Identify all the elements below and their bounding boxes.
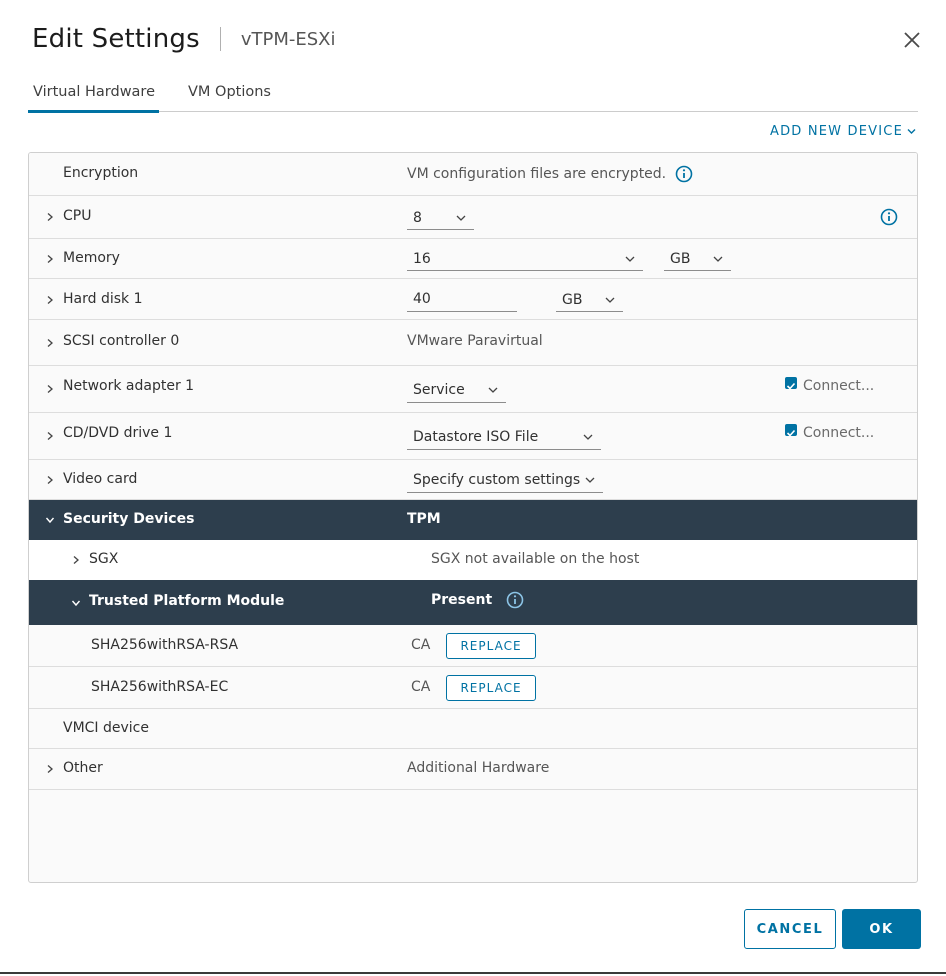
chevron-down-icon <box>488 387 498 393</box>
memory-unit: GB <box>670 250 691 267</box>
replace-button-ec[interactable]: REPLACE <box>446 675 536 701</box>
network-connect-label[interactable]: Connect... <box>803 378 874 394</box>
chevron-right-icon[interactable] <box>45 295 55 305</box>
row-other: Other Additional Hardware <box>29 749 917 790</box>
row-scsi-controller: SCSI controller 0 VMware Paravirtual <box>29 320 917 366</box>
info-icon[interactable] <box>675 165 693 183</box>
cpu-label: CPU <box>63 208 92 224</box>
chevron-down-icon <box>625 256 635 262</box>
ok-button[interactable]: OK <box>842 909 921 949</box>
chevron-down-icon <box>456 215 466 221</box>
edit-settings-dialog: Edit Settings vTPM-ESXi Virtual Hardware… <box>0 0 946 974</box>
row-security-devices[interactable]: Security Devices TPM <box>29 500 917 540</box>
cpu-value: 8 <box>413 209 422 226</box>
other-value: Additional Hardware <box>407 760 550 776</box>
chevron-right-icon[interactable] <box>45 338 55 348</box>
network-value: Service <box>413 381 465 398</box>
encryption-status: VM configuration files are encrypted. <box>407 166 667 182</box>
info-icon[interactable] <box>880 208 898 226</box>
chevron-down-icon[interactable] <box>45 515 55 525</box>
row-network-adapter: Network adapter 1 Service Connect... <box>29 366 917 413</box>
tab-vm-options[interactable]: VM Options <box>183 74 275 112</box>
dialog-title: Edit Settings <box>32 24 200 54</box>
memory-select[interactable]: 16 <box>407 247 643 271</box>
chevron-down-icon <box>605 297 615 303</box>
info-icon[interactable] <box>506 591 524 609</box>
scsi-value: VMware Paravirtual <box>407 333 543 349</box>
cert-ec-value: CA <box>411 679 431 695</box>
cert-rsa-value: CA <box>411 637 431 653</box>
dialog-header: Edit Settings vTPM-ESXi <box>32 22 336 56</box>
chevron-right-icon[interactable] <box>45 475 55 485</box>
tab-bar: Virtual Hardware VM Options <box>28 74 918 113</box>
close-icon[interactable] <box>902 30 922 50</box>
network-connect-checkbox[interactable] <box>785 377 797 390</box>
cd-dvd-connect-label[interactable]: Connect... <box>803 425 874 441</box>
replace-button-rsa[interactable]: REPLACE <box>446 633 536 659</box>
video-card-value: Specify custom settings <box>413 471 581 488</box>
chevron-down-icon <box>585 477 595 483</box>
row-certificate-rsa: SHA256withRSA-RSA CA REPLACE <box>29 625 917 667</box>
chevron-right-icon[interactable] <box>45 431 55 441</box>
chevron-down-icon[interactable] <box>71 598 81 608</box>
chevron-right-icon[interactable] <box>45 384 55 394</box>
title-separator <box>219 27 221 51</box>
chevron-right-icon[interactable] <box>45 254 55 264</box>
tpm-value: Present <box>431 591 524 609</box>
row-cpu: CPU 8 <box>29 196 917 239</box>
chevron-right-icon[interactable] <box>71 555 81 565</box>
hard-disk-unit-select[interactable]: GB <box>556 288 623 312</box>
row-encryption: Encryption VM configuration files are en… <box>29 153 917 196</box>
sgx-value: SGX not available on the host <box>431 551 640 567</box>
memory-value: 16 <box>413 250 431 267</box>
tab-virtual-hardware[interactable]: Virtual Hardware <box>28 74 159 113</box>
cd-dvd-select[interactable]: Datastore ISO File <box>407 424 601 450</box>
row-certificate-ec: SHA256withRSA-EC CA REPLACE <box>29 667 917 709</box>
chevron-right-icon[interactable] <box>45 764 55 774</box>
row-cd-dvd-drive: CD/DVD drive 1 Datastore ISO File Connec… <box>29 413 917 460</box>
cert-rsa-label: SHA256withRSA-RSA <box>91 637 239 653</box>
video-card-label: Video card <box>63 471 138 487</box>
cancel-button[interactable]: CANCEL <box>744 909 836 949</box>
chevron-down-icon <box>583 434 593 440</box>
row-hard-disk: Hard disk 1 40 GB <box>29 279 917 320</box>
hard-disk-label: Hard disk 1 <box>63 291 143 307</box>
security-devices-label: Security Devices <box>63 511 195 527</box>
hard-disk-size-input[interactable]: 40 <box>407 288 517 312</box>
row-trusted-platform-module[interactable]: Trusted Platform Module Present <box>29 580 917 625</box>
cd-dvd-connect-checkbox[interactable] <box>785 424 797 437</box>
memory-label: Memory <box>63 250 120 266</box>
cert-ec-label: SHA256withRSA-EC <box>91 679 229 695</box>
memory-unit-select[interactable]: GB <box>664 247 731 271</box>
add-new-device-label: ADD NEW DEVICE <box>769 124 903 139</box>
other-label: Other <box>63 760 103 776</box>
vm-name: vTPM-ESXi <box>240 28 336 50</box>
sgx-label: SGX <box>89 551 119 567</box>
cd-dvd-label: CD/DVD drive 1 <box>63 425 173 441</box>
vmci-label: VMCI device <box>63 720 149 736</box>
row-video-card: Video card Specify custom settings <box>29 460 917 500</box>
security-devices-value: TPM <box>407 511 441 527</box>
cd-dvd-value: Datastore ISO File <box>413 428 539 445</box>
tpm-status: Present <box>431 592 493 608</box>
chevron-down-icon <box>713 256 723 262</box>
chevron-right-icon[interactable] <box>45 212 55 222</box>
video-card-select[interactable]: Specify custom settings <box>407 467 603 493</box>
row-vmci-device: VMCI device <box>29 709 917 749</box>
chevron-down-icon <box>907 129 916 134</box>
cpu-select[interactable]: 8 <box>407 206 474 230</box>
scsi-label: SCSI controller 0 <box>63 333 180 349</box>
add-new-device-button[interactable]: ADD NEW DEVICE <box>770 124 916 139</box>
row-memory: Memory 16 GB <box>29 239 917 279</box>
row-sgx: SGX SGX not available on the host <box>29 540 917 580</box>
tpm-label: Trusted Platform Module <box>89 593 285 609</box>
encryption-label: Encryption <box>63 165 139 181</box>
hardware-list: Encryption VM configuration files are en… <box>28 152 918 883</box>
network-adapter-label: Network adapter 1 <box>63 378 195 394</box>
network-select[interactable]: Service <box>407 377 506 403</box>
hard-disk-unit: GB <box>562 291 583 308</box>
encryption-value: VM configuration files are encrypted. <box>407 165 693 183</box>
